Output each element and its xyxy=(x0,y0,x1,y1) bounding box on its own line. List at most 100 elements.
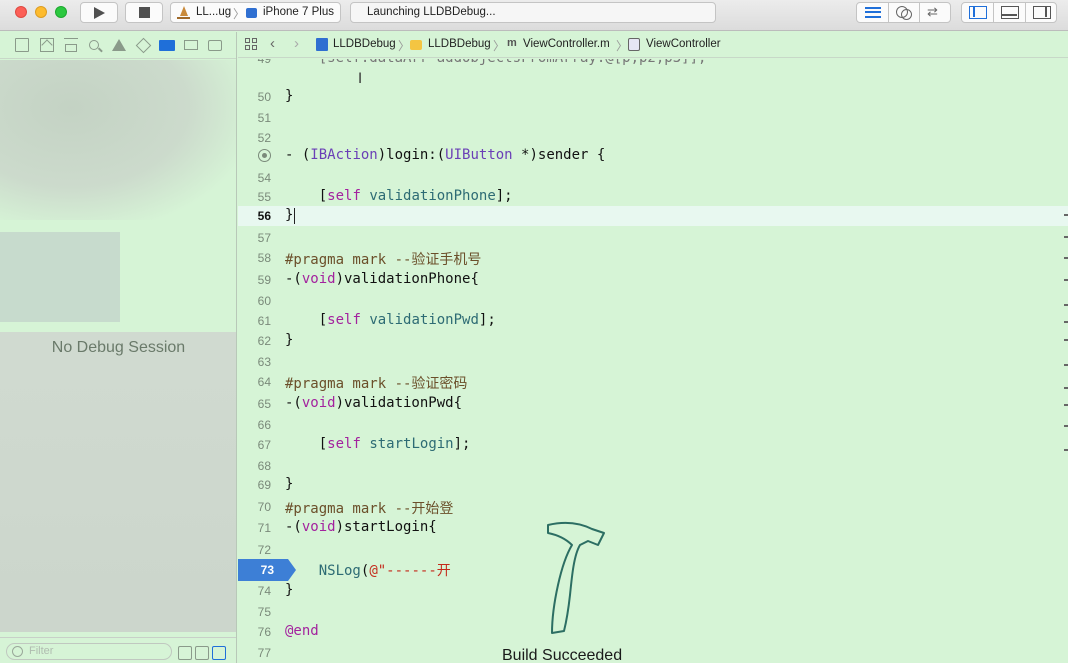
code-line: 58 #pragma mark --验证手机号 xyxy=(238,248,1068,268)
code-text: #pragma mark --开始登 xyxy=(285,501,454,517)
line-number: 65 xyxy=(257,397,271,411)
transition-artifact xyxy=(0,60,236,220)
code-line: 55 [self validationPhone]; xyxy=(238,187,1068,207)
code-line: 66 xyxy=(238,415,1068,435)
breadcrumb-file[interactable]: ViewController.m xyxy=(523,38,610,50)
version-editor-icon: ⇄ xyxy=(927,4,938,19)
line-number: 57 xyxy=(257,231,271,245)
breadcrumb-separator: 〉 xyxy=(398,39,411,53)
code-line: 54 xyxy=(238,168,1068,188)
code-text: } xyxy=(285,582,294,598)
folder-icon xyxy=(410,40,422,50)
line-number: 70 xyxy=(257,500,271,514)
line-number: 59 xyxy=(257,273,271,287)
stop-icon xyxy=(139,7,150,18)
utilities-panel-icon xyxy=(1033,6,1051,19)
line-number: 63 xyxy=(257,355,271,369)
breadcrumb-symbol[interactable]: ViewController xyxy=(646,38,721,50)
standard-editor-button[interactable] xyxy=(857,3,889,22)
show-only-frames-icon[interactable] xyxy=(195,646,209,660)
transition-artifact xyxy=(0,232,120,322)
close-window-button[interactable] xyxy=(15,6,27,18)
ibaction-connection-icon[interactable] xyxy=(258,149,271,162)
code-text: [self.dataArr addObjectsFromArray:@[p,p2… xyxy=(285,59,707,66)
show-only-crashed-threads-icon[interactable] xyxy=(178,646,192,660)
line-number: 75 xyxy=(257,605,271,619)
line-number: 74 xyxy=(257,584,271,598)
toggle-navigator-button[interactable] xyxy=(962,3,994,22)
navigator-tabs xyxy=(0,32,236,59)
navigator-filter-bar: Filter xyxy=(0,637,236,663)
editor-mode-control: ⇄ xyxy=(856,2,951,23)
stop-button[interactable] xyxy=(125,2,163,23)
debug-area-icon xyxy=(1001,6,1019,19)
code-line: 51 xyxy=(238,108,1068,128)
filter-placeholder: Filter xyxy=(29,645,54,657)
line-number: 73 xyxy=(260,563,274,577)
code-line-current: 56 } xyxy=(238,206,1068,226)
scheme-name: LL...ug xyxy=(196,6,232,18)
assistant-editor-button[interactable] xyxy=(889,3,920,22)
code-line: 67 [self startLogin]; xyxy=(238,435,1068,455)
code-text: [self startLogin]; xyxy=(285,436,471,452)
report-navigator-icon[interactable] xyxy=(208,40,222,51)
line-number: 62 xyxy=(257,334,271,348)
debug-navigator-icon[interactable] xyxy=(159,40,175,51)
line-number: 72 xyxy=(257,543,271,557)
view-toggle-control xyxy=(961,2,1057,23)
forward-arrow-icon[interactable]: › xyxy=(294,35,299,52)
symbol-navigator-icon[interactable] xyxy=(64,38,78,52)
line-number: 52 xyxy=(257,131,271,145)
minimize-window-button[interactable] xyxy=(35,6,47,18)
line-number: 50 xyxy=(257,90,271,104)
class-icon xyxy=(628,38,640,51)
code-line: 52 xyxy=(238,128,1068,148)
project-navigator-icon[interactable] xyxy=(15,38,29,52)
code-text: } xyxy=(285,207,294,223)
code-text: @end xyxy=(285,623,319,639)
code-text: } xyxy=(285,332,294,348)
filter-input[interactable]: Filter xyxy=(6,643,172,660)
line-number: 56 xyxy=(257,209,271,223)
line-number: 60 xyxy=(257,294,271,308)
code-text: #pragma mark --验证手机号 xyxy=(285,252,482,268)
breadcrumb-group[interactable]: LLDBDebug xyxy=(428,38,491,50)
code-line: 57 xyxy=(238,228,1068,248)
run-button[interactable] xyxy=(80,2,118,23)
scheme-selector[interactable]: LL...ug 〉 iPhone 7 Plus xyxy=(170,2,341,23)
find-navigator-icon[interactable] xyxy=(89,40,99,50)
zoom-window-button[interactable] xyxy=(55,6,67,18)
code-line: 49 [self.dataArr addObjectsFromArray:@[p… xyxy=(238,59,1068,69)
line-number: 77 xyxy=(257,646,271,660)
assistant-editor-icon xyxy=(896,6,912,20)
code-line: - (IBAction)login:(UIButton *)sender { xyxy=(238,146,1068,166)
breakpoint-navigator-icon[interactable] xyxy=(184,40,198,50)
show-running-threads-icon[interactable] xyxy=(212,646,226,660)
navigator-panel: No Debug Session Filter xyxy=(0,32,237,663)
line-number: 64 xyxy=(257,375,271,389)
jump-bar: ‹ › LLDBDebug 〉 LLDBDebug 〉 m ViewContro… xyxy=(238,32,1068,58)
source-control-navigator-icon[interactable] xyxy=(40,38,54,52)
breadcrumb-project[interactable]: LLDBDebug xyxy=(333,38,396,50)
no-debug-session-label: No Debug Session xyxy=(51,339,186,356)
device-name: iPhone 7 Plus xyxy=(263,6,334,18)
code-line: 65 -(void)validationPwd{ xyxy=(238,394,1068,414)
issue-navigator-icon[interactable] xyxy=(112,39,126,51)
line-number: 49 xyxy=(257,59,271,66)
line-number: 71 xyxy=(257,521,271,535)
code-line: 62 } xyxy=(238,331,1068,351)
test-navigator-icon[interactable] xyxy=(135,37,152,54)
version-editor-button[interactable]: ⇄ xyxy=(920,3,951,22)
chevron-right-icon: 〉 xyxy=(233,7,246,21)
toggle-debug-area-button[interactable] xyxy=(994,3,1026,22)
back-arrow-icon[interactable]: ‹ xyxy=(270,35,275,52)
hammer-icon xyxy=(547,521,605,634)
objc-file-icon: m xyxy=(507,37,517,49)
line-number: 67 xyxy=(257,438,271,452)
play-icon xyxy=(94,7,105,19)
toggle-utilities-button[interactable] xyxy=(1026,3,1057,22)
breakpoint-marker[interactable]: 73 xyxy=(238,559,296,581)
breadcrumb-separator: 〉 xyxy=(616,39,629,53)
build-status-message: Build Succeeded xyxy=(502,647,623,663)
related-items-icon[interactable] xyxy=(245,38,258,51)
